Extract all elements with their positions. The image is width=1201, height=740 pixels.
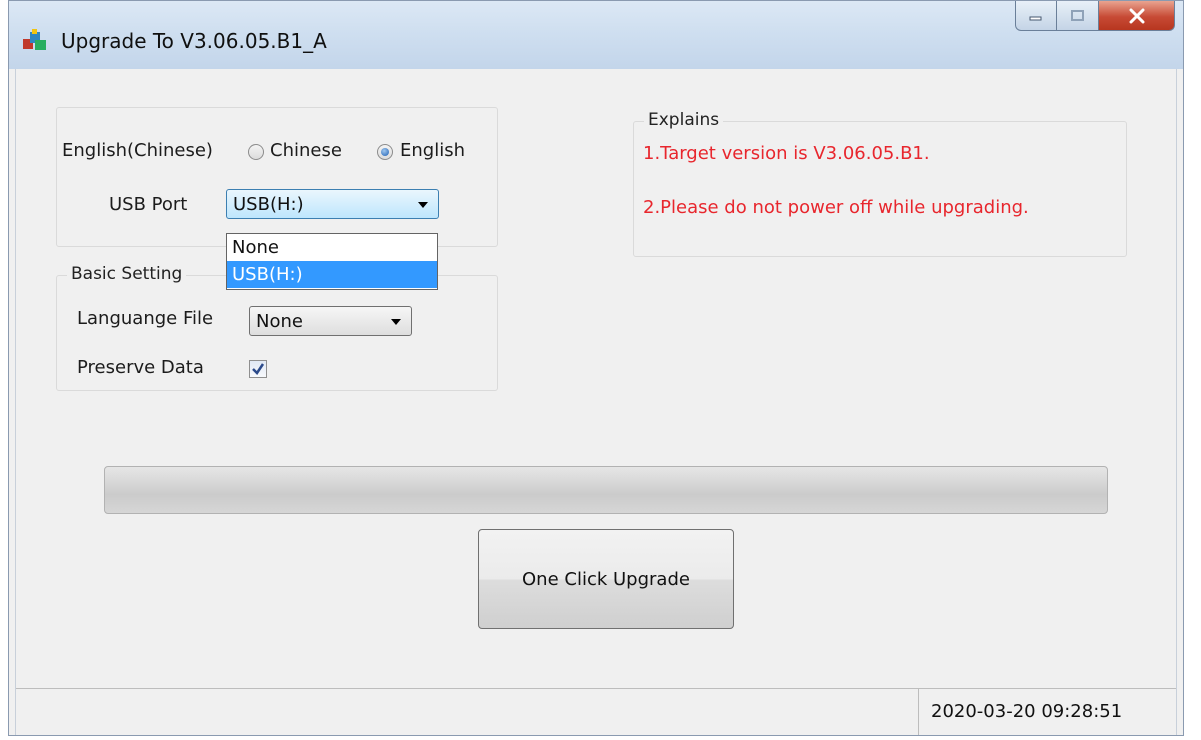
chinese-radio[interactable] — [248, 144, 264, 160]
minimize-icon — [1029, 16, 1042, 20]
usb-port-select[interactable]: USB(H:) — [226, 189, 439, 219]
window-title: Upgrade To V3.06.05.B1_A — [61, 29, 327, 53]
dropdown-option-usb-h[interactable]: USB(H:) — [227, 261, 437, 288]
chevron-down-icon — [391, 319, 401, 325]
usb-port-label: USB Port — [109, 194, 188, 215]
language-label: English(Chinese) — [62, 140, 213, 161]
title-bar[interactable]: Upgrade To V3.06.05.B1_A — [9, 1, 1183, 69]
preserve-data-label: Preserve Data — [77, 357, 204, 378]
dropdown-option-none[interactable]: None — [227, 234, 437, 261]
usb-port-value: USB(H:) — [233, 194, 304, 215]
upgrade-button-label: One Click Upgrade — [522, 568, 690, 590]
language-file-label: Languange File — [77, 308, 214, 329]
chinese-radio-label[interactable]: Chinese — [270, 140, 342, 161]
explains-group: Explains 1.Target version is V3.06.05.B1… — [633, 110, 1127, 257]
window-content: English(Chinese) Chinese English USB Por… — [15, 69, 1177, 735]
connection-group: English(Chinese) Chinese English USB Por… — [56, 107, 498, 247]
explains-title: Explains — [644, 110, 724, 130]
minimize-button[interactable] — [1015, 1, 1057, 31]
status-separator — [918, 689, 919, 735]
language-file-value: None — [256, 311, 303, 332]
window-controls — [1015, 1, 1175, 31]
status-timestamp: 2020-03-20 09:28:51 — [931, 701, 1123, 722]
maximize-icon — [1070, 9, 1084, 21]
basic-setting-title: Basic Setting — [67, 264, 187, 284]
english-radio-label[interactable]: English — [400, 140, 465, 161]
preserve-data-checkbox[interactable] — [249, 360, 267, 378]
status-bar: 2020-03-20 09:28:51 — [16, 688, 1176, 735]
explain-line-1: 1.Target version is V3.06.05.B1. — [643, 143, 930, 164]
checkmark-icon — [252, 363, 265, 375]
close-icon — [1129, 8, 1144, 23]
one-click-upgrade-button[interactable]: One Click Upgrade — [478, 529, 734, 629]
english-radio[interactable] — [377, 144, 393, 160]
explain-line-2: 2.Please do not power off while upgradin… — [643, 197, 1029, 218]
usb-port-dropdown[interactable]: None USB(H:) — [226, 233, 438, 290]
upgrade-progress-bar — [104, 466, 1108, 514]
maximize-button[interactable] — [1057, 1, 1099, 31]
language-file-select[interactable]: None — [249, 306, 412, 336]
chevron-down-icon — [418, 202, 428, 208]
close-button[interactable] — [1099, 1, 1175, 31]
upgrade-window: Upgrade To V3.06.05.B1_A English(Chinese… — [8, 0, 1184, 736]
installer-icon — [23, 29, 46, 50]
